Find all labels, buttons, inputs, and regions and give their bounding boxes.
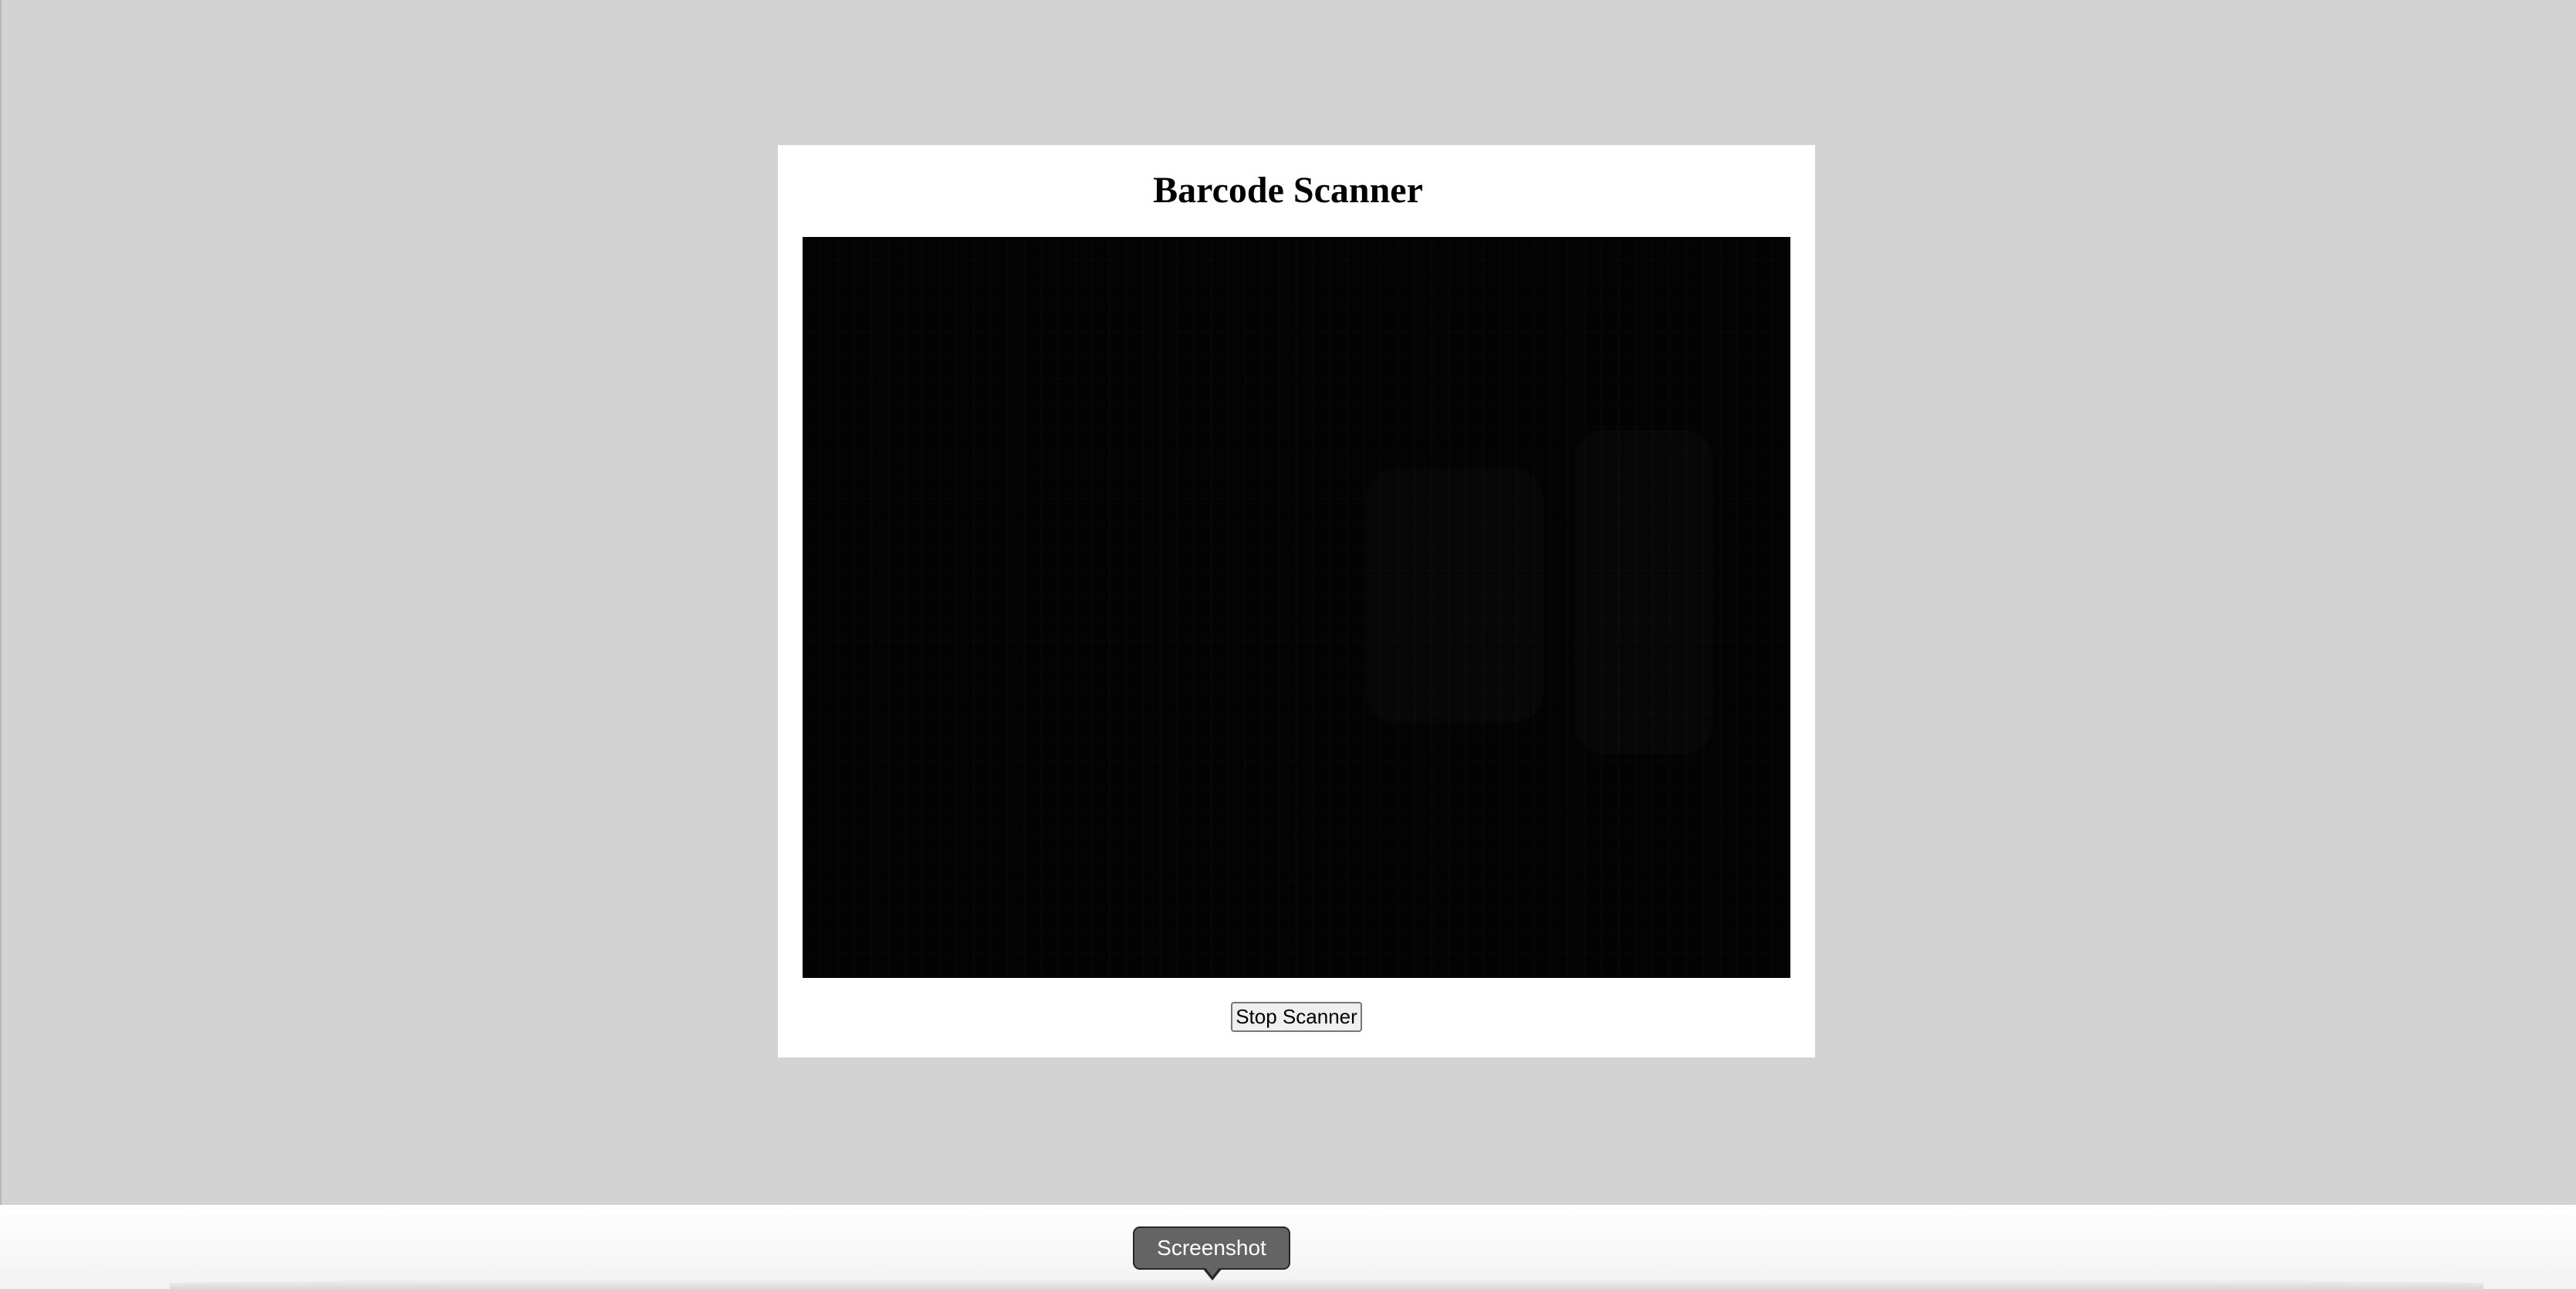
camera-dim-shape	[1366, 469, 1543, 723]
screenshot-tooltip: Screenshot	[1133, 1226, 1290, 1270]
camera-dim-shape	[1574, 430, 1713, 754]
camera-video-feed	[803, 237, 1790, 978]
page-title: Barcode Scanner	[1153, 170, 1423, 211]
stop-scanner-button[interactable]: Stop Scanner	[1231, 1002, 1362, 1032]
dock-shadow	[170, 1278, 2483, 1289]
tooltip-arrow-fill	[1205, 1267, 1220, 1277]
